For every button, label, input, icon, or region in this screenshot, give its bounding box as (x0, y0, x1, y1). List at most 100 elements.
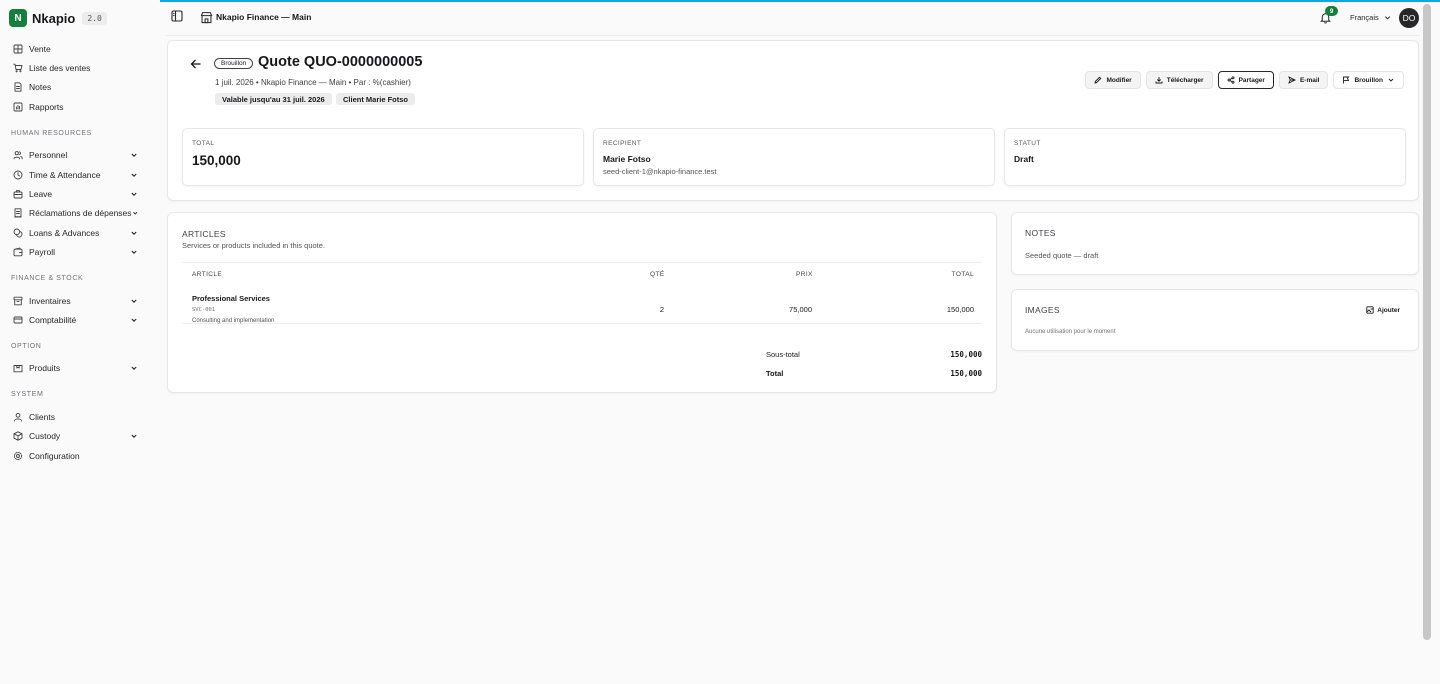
user-icon (13, 412, 23, 422)
sidebar-item-label: Réclamations de dépenses (29, 208, 132, 219)
email-button[interactable]: E-mail (1278, 71, 1329, 89)
article-qty: 2 (659, 305, 664, 314)
box-icon (13, 363, 23, 373)
recipient-email: seed-client-1@nkapio-finance.test (603, 167, 717, 176)
column-header-article: ARTICLE (192, 271, 223, 278)
arrow-left-icon[interactable] (190, 58, 202, 70)
download-button[interactable]: Télécharger (1145, 71, 1213, 89)
sidebar-item-inventaires[interactable]: Inventaires (0, 291, 160, 310)
sidebar-item-reclamations-de-depenses[interactable]: Réclamations de dépenses (0, 204, 160, 223)
sidebar-item-comptabilite[interactable]: Comptabilité (0, 310, 160, 329)
chevron-down-icon[interactable] (130, 248, 138, 256)
total-stat-label: TOTAL (192, 140, 215, 147)
sidebar-nav: Vente Liste des ventes Notes Rapports HUMAN … (0, 39, 160, 465)
email-label: E-mail (1299, 76, 1320, 84)
grand-total-label: Total (766, 369, 784, 378)
status-stat-label: STATUT (1014, 140, 1041, 147)
version-badge: 2.0 (82, 11, 107, 25)
sidebar-item-payroll[interactable]: Payroll (0, 243, 160, 262)
sidebar: N Nkapio 2.0 Vente Liste des ventes Notes R… (0, 0, 160, 684)
article-name: Professional Services (192, 294, 270, 303)
sidebar-item-vente[interactable]: Vente (0, 39, 160, 58)
sidebar-item-loans-advances[interactable]: Loans & Advances (0, 223, 160, 242)
image-add-icon (1366, 306, 1374, 314)
status-badge: Brouillon (214, 58, 254, 69)
share-button[interactable]: Partager (1217, 71, 1274, 89)
sidebar-item-clients[interactable]: Clients (0, 407, 160, 426)
chevron-down-icon[interactable] (132, 209, 138, 217)
notification-count-badge: 9 (1325, 6, 1338, 16)
total-stat-card: TOTAL 150,000 (182, 128, 584, 186)
sidebar-item-label: Time & Attendance (29, 169, 101, 180)
chevron-down-icon[interactable] (130, 432, 138, 440)
language-selector[interactable]: Français (1350, 13, 1391, 22)
brand-logo: N (9, 9, 27, 27)
add-image-button[interactable]: Ajouter (1366, 306, 1400, 314)
sidebar-item-rapports[interactable]: Rapports (0, 97, 160, 116)
sidebar-item-personnel[interactable]: Personnel (0, 146, 160, 165)
articles-title: ARTICLES (182, 229, 226, 239)
store-name[interactable]: Nkapio Finance — Main (216, 12, 311, 22)
sidebar-item-notes[interactable]: Notes (0, 78, 160, 97)
sidebar-item-label: Notes (29, 82, 52, 93)
sidebar-item-configuration[interactable]: Configuration (0, 446, 160, 465)
sidebar-toggle-icon[interactable] (171, 10, 183, 22)
receipt-icon (13, 208, 23, 219)
sidebar-section-title: OPTION (11, 342, 42, 350)
add-image-label: Ajouter (1377, 306, 1400, 314)
top-header: Nkapio Finance — Main 9 Français DO (166, 2, 1420, 36)
cube-icon (13, 431, 23, 441)
store-icon (200, 12, 213, 24)
sidebar-item-label: Rapports (29, 101, 64, 112)
chevron-down-icon[interactable] (130, 316, 138, 324)
archive-icon (13, 296, 23, 306)
articles-subtitle: Services or products included in this qu… (182, 241, 325, 250)
column-header-price: PRIX (796, 271, 813, 278)
sidebar-item-custody[interactable]: Custody (0, 426, 160, 445)
sidebar-item-time-attendance[interactable]: Time & Attendance (0, 165, 160, 184)
status-menu-button[interactable]: Brouillon (1333, 71, 1404, 89)
flag-icon (1343, 76, 1350, 84)
share-icon (1227, 76, 1235, 84)
valid-until-chip: Valable jusqu'au 31 juil. 2026 (215, 93, 332, 105)
chevron-down-icon[interactable] (130, 229, 138, 237)
cart-icon (13, 63, 23, 73)
sidebar-item-label: Clients (29, 411, 55, 422)
clock-icon (13, 170, 23, 180)
send-icon (1288, 76, 1296, 84)
images-card: IMAGES Ajouter Aucune utilisation pour l… (1011, 289, 1419, 351)
sidebar-item-label: Vente (29, 43, 51, 54)
notes-card: NOTES Seeded quote — draft (1011, 212, 1419, 275)
chevron-down-icon (1384, 16, 1390, 20)
status-stat-card: STATUT Draft (1004, 128, 1406, 186)
chevron-down-icon[interactable] (130, 151, 138, 159)
sidebar-item-label: Produits (29, 363, 61, 374)
page-scrollbar[interactable] (1423, 4, 1431, 640)
notes-title: NOTES (1025, 228, 1056, 238)
client-chip: Client Marie Fotso (336, 93, 416, 105)
chevron-down-icon[interactable] (130, 171, 138, 179)
gear-icon (13, 451, 23, 461)
chevron-down-icon[interactable] (130, 190, 138, 198)
share-label: Partager (1238, 76, 1265, 84)
sidebar-item-produits[interactable]: Produits (0, 359, 160, 378)
card-icon (13, 315, 23, 325)
sidebar-item-label: Payroll (29, 247, 55, 258)
edit-button[interactable]: Modifier (1085, 71, 1141, 89)
sidebar-item-liste-des-ventes[interactable]: Liste des ventes (0, 58, 160, 77)
column-header-total: TOTAL (951, 271, 974, 278)
sidebar-item-leave[interactable]: Leave (0, 184, 160, 203)
article-total: 150,000 (946, 305, 974, 314)
chevron-down-icon[interactable] (130, 297, 138, 305)
download-icon (1155, 77, 1163, 84)
brand[interactable]: N Nkapio 2.0 (9, 9, 107, 27)
chevron-down-icon[interactable] (130, 364, 138, 372)
pencil-icon (1094, 76, 1102, 84)
user-avatar[interactable]: DO (1399, 8, 1419, 28)
grid-icon (13, 44, 23, 54)
suitcase-icon (13, 189, 23, 199)
images-title: IMAGES (1025, 305, 1060, 315)
article-description: Consulting and implementation (192, 318, 275, 324)
quote-actions: Modifier Télécharger Partager E-mail Bro… (1085, 71, 1404, 89)
language-label: Français (1350, 13, 1379, 22)
